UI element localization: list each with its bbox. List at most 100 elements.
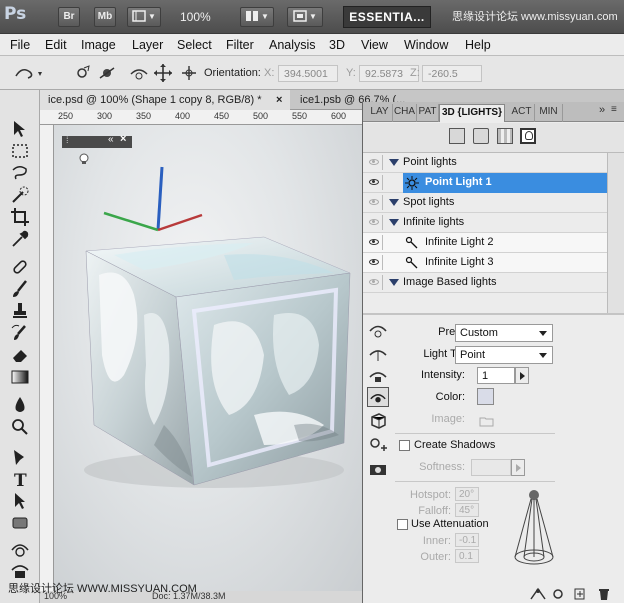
close-icon[interactable]: × xyxy=(276,90,282,110)
menu-view[interactable]: View xyxy=(361,38,388,52)
menu-3d[interactable]: 3D xyxy=(329,38,345,52)
point-at-origin-tool-icon[interactable] xyxy=(367,387,389,407)
softness-field[interactable] xyxy=(471,459,511,476)
marquee-tool-icon[interactable] xyxy=(9,140,31,162)
light-rotate-tool-icon[interactable] xyxy=(367,321,389,341)
new-light-button-icon[interactable] xyxy=(573,587,587,601)
3d-camera-rotate-tool-icon[interactable] xyxy=(9,560,31,582)
3d-light-rotate-tool-preset-icon[interactable] xyxy=(12,64,46,82)
new-light-icon[interactable] xyxy=(367,435,389,455)
visibility-eye-icon[interactable] xyxy=(365,275,383,290)
delete-light-icon[interactable] xyxy=(597,587,611,601)
folder-icon[interactable] xyxy=(479,415,495,427)
floating-mini-panel[interactable]: ⁞ « × xyxy=(62,133,132,148)
spot-healing-brush-icon[interactable] xyxy=(9,256,31,278)
menu-layer[interactable]: Layer xyxy=(132,38,163,52)
menu-filter[interactable]: Filter xyxy=(226,38,254,52)
panel-menu-icon[interactable]: ≡ xyxy=(611,104,617,115)
create-shadows-checkbox[interactable] xyxy=(399,440,410,451)
bridge-button[interactable]: Br xyxy=(58,7,80,27)
expand-triangle-icon[interactable] xyxy=(389,159,399,166)
3d-light-rotate-icon[interactable] xyxy=(74,64,92,82)
group-point-lights[interactable]: Point lights xyxy=(363,153,607,173)
path-selection-tool-icon[interactable] xyxy=(9,490,31,512)
render-settings-icon[interactable] xyxy=(367,459,389,479)
view-extras-button[interactable]: ▼ xyxy=(127,7,161,27)
infinite-light-2-row[interactable]: Infinite Light 2 xyxy=(363,233,607,253)
lights-filter-icon[interactable] xyxy=(520,128,536,144)
rectangle-shape-tool-icon[interactable] xyxy=(9,512,31,534)
arrange-documents-button[interactable]: ▼ xyxy=(240,7,274,27)
blur-tool-icon[interactable] xyxy=(9,394,31,416)
group-spot-lights[interactable]: Spot lights xyxy=(363,193,607,213)
intensity-field[interactable]: 1 xyxy=(477,367,515,384)
visibility-eye-icon[interactable] xyxy=(365,175,383,190)
z-coordinate-field[interactable]: -260.5 xyxy=(422,65,482,82)
inner-field[interactable]: -0.1 xyxy=(455,533,479,547)
falloff-field[interactable]: 45° xyxy=(455,503,479,517)
eraser-tool-icon[interactable] xyxy=(9,344,31,366)
expand-triangle-icon[interactable] xyxy=(389,199,399,206)
mesh-filter-icon[interactable] xyxy=(473,128,489,144)
menu-window[interactable]: Window xyxy=(404,38,448,52)
menu-analysis[interactable]: Analysis xyxy=(269,38,316,52)
menu-help[interactable]: Help xyxy=(465,38,491,52)
close-icon[interactable]: × xyxy=(120,133,126,145)
light-color-swatch[interactable] xyxy=(477,388,494,405)
tab-mini-bridge[interactable]: MIN xyxy=(535,104,563,122)
group-infinite-lights[interactable]: Infinite lights xyxy=(363,213,607,233)
light-slide-tool-icon[interactable] xyxy=(367,365,389,385)
menu-edit[interactable]: Edit xyxy=(45,38,67,52)
light-on-off-icon[interactable] xyxy=(551,587,565,601)
screen-mode-button[interactable]: ▼ xyxy=(287,7,323,27)
menu-file[interactable]: File xyxy=(10,38,30,52)
3d-object-rotate-tool-icon[interactable] xyxy=(9,538,31,560)
visibility-eye-icon[interactable] xyxy=(365,255,383,270)
tab-paths[interactable]: PAT xyxy=(417,104,439,122)
document-canvas[interactable] xyxy=(54,125,362,597)
preset-dropdown[interactable]: Custom xyxy=(455,324,553,342)
tab-layers[interactable]: LAY xyxy=(367,104,393,122)
visibility-eye-icon[interactable] xyxy=(365,235,383,250)
zoom-level[interactable]: 100% xyxy=(180,10,211,24)
3d-light-slide-icon[interactable] xyxy=(128,64,150,82)
pen-tool-icon[interactable] xyxy=(9,446,31,468)
use-attenuation-checkbox[interactable] xyxy=(397,519,408,530)
crop-tool-icon[interactable] xyxy=(9,206,31,228)
lasso-tool-icon[interactable] xyxy=(9,162,31,184)
softness-slider-toggle[interactable] xyxy=(511,459,525,476)
light-type-dropdown[interactable]: Point xyxy=(455,346,553,364)
visibility-eye-icon[interactable] xyxy=(365,155,383,170)
group-image-based-lights[interactable]: Image Based lights xyxy=(363,273,607,293)
light-pan-tool-icon[interactable] xyxy=(367,343,389,363)
3d-light-pan-icon[interactable] xyxy=(98,64,116,82)
tab-3d-lights[interactable]: 3D {LIGHTS} xyxy=(439,104,505,122)
type-tool-icon[interactable]: T xyxy=(9,468,31,490)
visibility-eye-icon[interactable] xyxy=(365,215,383,230)
tab-ice-psd[interactable]: ice.psd @ 100% (Shape 1 copy 8, RGB/8) *… xyxy=(40,90,290,110)
expand-triangle-icon[interactable] xyxy=(389,279,399,286)
tab-channels[interactable]: CHA xyxy=(393,104,417,122)
menu-image[interactable]: Image xyxy=(81,38,116,52)
infinite-light-3-row[interactable]: Infinite Light 3 xyxy=(363,253,607,273)
visibility-eye-icon[interactable] xyxy=(365,195,383,210)
move-cross-icon[interactable] xyxy=(152,63,174,83)
x-coordinate-field[interactable]: 394.5001 xyxy=(278,65,338,82)
quick-selection-tool-icon[interactable] xyxy=(9,184,31,206)
expand-triangle-icon[interactable] xyxy=(389,219,399,226)
materials-filter-icon[interactable] xyxy=(497,128,513,144)
gradient-tool-icon[interactable] xyxy=(9,366,31,388)
scene-filter-icon[interactable] xyxy=(449,128,465,144)
brush-tool-icon[interactable] xyxy=(9,278,31,300)
dodge-tool-icon[interactable] xyxy=(9,416,31,438)
menu-select[interactable]: Select xyxy=(177,38,212,52)
light-preview-cube-icon[interactable] xyxy=(367,411,389,431)
expand-icon[interactable]: » xyxy=(599,104,605,116)
collapse-icon[interactable]: « xyxy=(108,134,114,145)
mini-bridge-button[interactable]: Mb xyxy=(94,7,116,27)
hotspot-field[interactable]: 20° xyxy=(455,487,479,501)
toggle-light-guides-icon[interactable] xyxy=(529,587,547,601)
list-scrollbar[interactable] xyxy=(607,153,624,313)
intensity-slider-toggle[interactable] xyxy=(515,367,529,384)
tab-actions[interactable]: ACT xyxy=(509,104,535,122)
